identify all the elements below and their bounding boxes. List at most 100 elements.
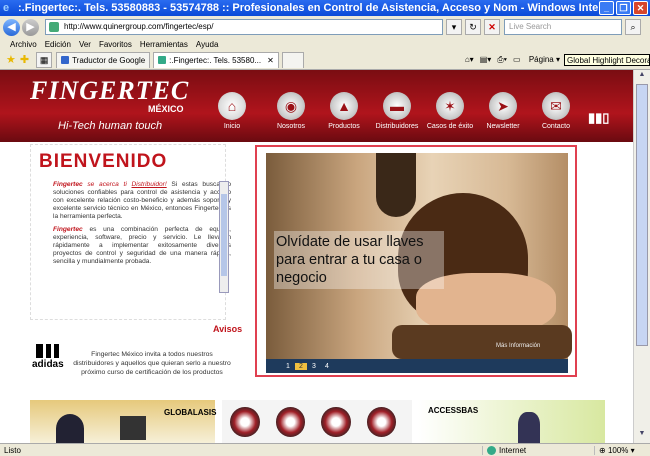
stop-icon[interactable]: ✕ (484, 19, 500, 35)
distribuidor-link[interactable]: Distribuidor! (132, 181, 167, 188)
site-header: FINGERTEC MÉXICO Hi-Tech human touch ⌂ In… (0, 70, 633, 142)
dropdown-arrow-icon[interactable]: ▾ (446, 19, 462, 35)
brand-name: Fingertec (53, 226, 83, 233)
quick-tabs-icon[interactable]: ▦ (36, 51, 53, 68)
nav-label: Newsletter (486, 123, 520, 130)
search-icon[interactable]: ⌕ (625, 19, 641, 35)
url-input[interactable]: http://www.quinergroup.com/fingertec/esp… (45, 19, 443, 35)
url-text: http://www.quinergroup.com/fingertec/esp… (64, 22, 214, 31)
tab-fingertec[interactable]: :.Fingertec:. Tels. 53580... ✕ (153, 51, 279, 68)
favicon-icon (49, 22, 59, 32)
menu-favoritos[interactable]: Favoritos (99, 40, 132, 49)
truck-icon: ▬ (383, 92, 411, 120)
home-icon[interactable]: ⌂▾ (465, 55, 474, 64)
minimize-button[interactable]: _ (599, 1, 614, 15)
zoom-label: 100% (607, 445, 629, 455)
guard-image (56, 414, 84, 443)
window-titlebar: e :.Fingertec:. Tels. 53580883 - 5357478… (0, 0, 650, 16)
status-text: Listo (4, 445, 21, 455)
nav-label: Contacto (541, 123, 571, 130)
maximize-button[interactable]: ❐ (616, 1, 631, 15)
refresh-icon[interactable]: ↻ (465, 19, 481, 35)
accessbas-promo[interactable]: ACCESSBAS (418, 400, 605, 443)
nav-label: Distribuidores (375, 123, 419, 130)
stars-icon: ✶ (436, 92, 464, 120)
menu-edicion[interactable]: Edición (45, 40, 71, 49)
home-icon: ⌂ (218, 92, 246, 120)
tooltip: Global Highlight Decoration (564, 53, 650, 66)
globalasis-title: GLOBALASIS (164, 408, 217, 417)
site-nav: ⌂ Inicio ◉ Nosotros ▲ Productos ▬ Distribuid… (208, 92, 585, 130)
slide-3[interactable]: 3 (308, 363, 320, 370)
welcome-scrollbar[interactable] (219, 181, 229, 293)
menu-ayuda[interactable]: Ayuda (196, 40, 219, 49)
banner[interactable]: Olvídate de usar llaves para entrar a tu… (255, 145, 577, 377)
globe-icon (487, 445, 496, 455)
guard-radio-image (518, 412, 540, 443)
product-icon-4[interactable] (366, 406, 396, 437)
search-input[interactable]: Live Search (504, 19, 622, 35)
product-icon-3[interactable] (321, 406, 351, 437)
accessbas-title: ACCESSBAS (428, 406, 479, 415)
menu-bar: Archivo Edición Ver Favoritos Herramient… (0, 38, 650, 50)
tab-label: :.Fingertec:. Tels. 53580... (169, 55, 262, 65)
site-tagline: Hi-Tech human touch (58, 120, 163, 132)
slide-pager: 1 2 3 4 (266, 359, 568, 373)
scroll-up-icon[interactable]: ▲ (636, 71, 648, 83)
site-logo[interactable]: FINGERTEC (30, 76, 189, 106)
slide-2[interactable]: 2 (295, 362, 307, 370)
device-icon: ▲ (330, 92, 358, 120)
nav-newsletter[interactable]: ➤ Newsletter (479, 92, 527, 130)
nav-label: Inicio (223, 123, 241, 130)
ie-icon: e (3, 2, 10, 14)
monitor-image (120, 416, 146, 440)
google-translate-icon (61, 56, 70, 64)
welcome-panel: BIENVENIDO Fingertec se acerca ti Distri… (30, 144, 231, 320)
favorites-star-icon[interactable]: ★ (6, 53, 16, 66)
nav-label: Casos de éxito (426, 123, 474, 130)
page-menu[interactable]: ▭ Página ▾ (513, 55, 560, 64)
menu-archivo[interactable]: Archivo (10, 40, 37, 49)
nav-label: Nosotros (276, 123, 305, 130)
page-icon (158, 56, 167, 64)
menu-ver[interactable]: Ver (79, 40, 91, 49)
scroll-thumb[interactable] (221, 194, 227, 276)
adidas-stripes-icon (36, 344, 62, 358)
globalasis-promo[interactable]: GLOBALASIS (30, 400, 217, 443)
slide-4[interactable]: 4 (321, 363, 333, 370)
welcome-title: BIENVENIDO (39, 151, 168, 172)
nav-contacto[interactable]: ✉ Contacto (532, 92, 580, 130)
zoom-control[interactable]: ⊕ 100% ▾ (594, 445, 650, 455)
scroll-down-icon[interactable]: ▼ (636, 430, 648, 442)
welcome-lead: se acerca ti (82, 181, 132, 188)
brand-name: Fingertec (53, 181, 83, 188)
new-tab-button[interactable] (281, 51, 304, 68)
nav-casos[interactable]: ✶ Casos de éxito (426, 92, 474, 130)
feeds-icon[interactable]: ▤▾ (480, 55, 492, 64)
forward-button[interactable]: ▶ (22, 18, 39, 36)
back-button[interactable]: ◀ (3, 18, 20, 36)
status-bar: Listo Internet ⊕ 100% ▾ (0, 443, 650, 456)
page-scrollbar[interactable]: ▲ ▼ (633, 70, 650, 443)
tab-label: Traductor de Google (72, 55, 146, 65)
adidas-logo: adidas (32, 344, 64, 370)
welcome-text: Fingertec se acerca ti Distribuidor! Si … (53, 181, 231, 271)
site-country: MÉXICO (148, 104, 184, 114)
nav-nosotros[interactable]: ◉ Nosotros (267, 92, 315, 130)
slide-1[interactable]: 1 (282, 363, 294, 370)
print-icon[interactable]: ⎙▾ (497, 55, 507, 65)
product-icon-2[interactable] (275, 406, 305, 437)
add-favorites-icon[interactable]: ✚ (20, 53, 29, 66)
close-button[interactable]: ✕ (633, 1, 648, 15)
command-bar: ⌂▾ ▤▾ ⎙▾ ▭ Página ▾ Global Highlight Dec… (459, 53, 650, 66)
lamp-shape (376, 153, 416, 217)
nav-inicio[interactable]: ⌂ Inicio (208, 92, 256, 130)
nav-productos[interactable]: ▲ Productos (320, 92, 368, 130)
banner-photo: Olvídate de usar llaves para entrar a tu… (266, 153, 572, 359)
close-tab-icon[interactable]: ✕ (267, 56, 274, 65)
tab-traductor[interactable]: Traductor de Google (56, 51, 151, 68)
scroll-thumb[interactable] (636, 84, 648, 346)
nav-distribuidores[interactable]: ▬ Distribuidores (373, 92, 421, 130)
menu-herramientas[interactable]: Herramientas (140, 40, 188, 49)
product-icon-1[interactable] (230, 406, 260, 437)
